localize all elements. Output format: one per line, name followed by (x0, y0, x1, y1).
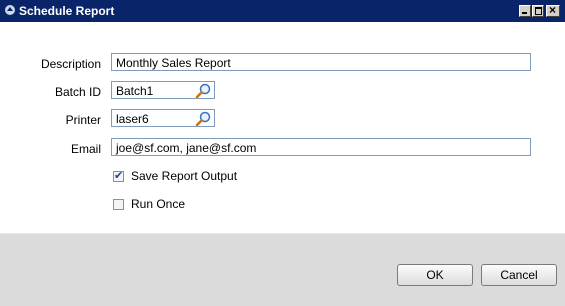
minimize-button[interactable] (519, 5, 531, 17)
save-report-output-checkbox[interactable] (113, 169, 124, 182)
close-icon: × (549, 3, 557, 17)
cancel-button[interactable]: Cancel (481, 264, 557, 286)
batch-id-field[interactable]: Batch1 (111, 81, 215, 99)
maximize-button[interactable] (532, 5, 544, 17)
search-icon[interactable] (195, 83, 211, 98)
email-field[interactable]: joe@sf.com, jane@sf.com (111, 138, 531, 156)
printer-label: Printer (65, 113, 101, 127)
title-bar[interactable]: Schedule Report × (0, 0, 565, 22)
batch-id-value: Batch1 (116, 84, 154, 98)
printer-field[interactable]: laser6 (111, 109, 215, 127)
run-once-checkbox[interactable] (113, 199, 124, 210)
batch-id-label: Batch ID (54, 85, 101, 99)
description-label: Description (40, 57, 101, 71)
description-field[interactable]: Monthly Sales Report (111, 53, 531, 71)
run-once-label[interactable]: Run Once (131, 197, 185, 211)
close-button[interactable]: × (546, 3, 560, 17)
save-report-output-label[interactable]: Save Report Output (131, 169, 237, 183)
printer-value: laser6 (116, 112, 149, 126)
ok-button[interactable]: OK (397, 264, 473, 286)
window-icon (4, 4, 16, 16)
email-label: Email (70, 142, 101, 156)
window-title: Schedule Report (19, 4, 115, 18)
search-icon[interactable] (195, 111, 211, 126)
